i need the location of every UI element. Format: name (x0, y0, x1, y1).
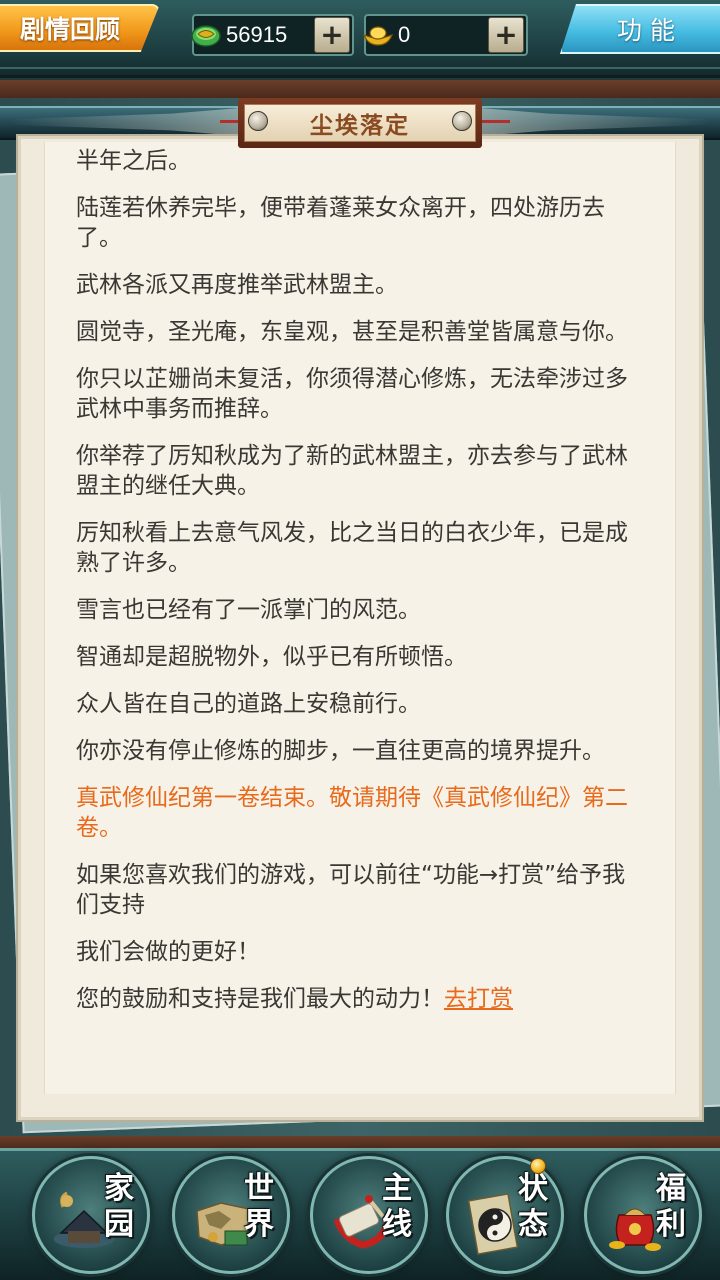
gold-ingot-icon (362, 26, 394, 46)
nav-welfare-button[interactable]: 福利 (584, 1156, 702, 1274)
nav-world-button[interactable]: 世界 (172, 1156, 290, 1274)
top-bar: 剧情回顾 56915 + 0 + 功能 (0, 0, 720, 78)
function-button[interactable]: 功能 (560, 4, 720, 54)
nav-main-quest-button[interactable]: 主线 (310, 1156, 428, 1274)
story-paragraph: 厉知秋看上去意气风发，比之当日的白衣少年，已是成熟了许多。 (76, 520, 628, 576)
story-paragraph: 半年之后。 (76, 148, 191, 174)
story-paragraph: 我们会做的更好！ (76, 939, 260, 965)
story-text: 半年之后。 陆莲若休养完毕，便带着蓬莱女众离开，四处游历去了。 武林各派又再度推… (76, 146, 636, 1031)
story-paragraph: 你只以芷姗尚未复活，你须得潜心修炼，无法牵涉过多武林中事务而推辞。 (76, 366, 628, 422)
status-notification-dot (530, 1158, 546, 1174)
ingot-counter: 0 + (362, 14, 528, 56)
nav-home-label: 家园 (104, 1171, 134, 1242)
nav-world-label: 世界 (244, 1171, 274, 1242)
gold-value: 56915 (226, 22, 288, 47)
title-knob-right (452, 111, 472, 131)
story-paragraph: 武林各派又再度推举武林盟主。 (76, 272, 398, 298)
nav-status-button[interactable]: 状态 (446, 1156, 564, 1274)
story-paragraph: 如果您喜欢我们的游戏，可以前往“功能→打赏”给予我们支持 (76, 862, 626, 918)
wood-frame-top (0, 80, 720, 98)
jade-coin-icon (191, 25, 221, 47)
gold-counter: 56915 + (191, 14, 354, 56)
reward-line: 您的鼓励和支持是我们最大的动力！去打赏 (76, 984, 636, 1014)
add-gold-button[interactable]: + (314, 17, 350, 53)
reward-link[interactable]: 去打赏 (444, 986, 513, 1012)
story-paragraph: 您的鼓励和支持是我们最大的动力！ (76, 986, 444, 1012)
nav-home-button[interactable]: 家园 (32, 1156, 150, 1274)
nav-status-label: 状态 (518, 1171, 548, 1242)
story-paragraph: 雪言也已经有了一派掌门的风范。 (76, 597, 421, 623)
chapter-title: 尘埃落定 (244, 104, 476, 142)
nav-welfare-label: 福利 (656, 1171, 686, 1242)
story-paragraph: 圆觉寺，圣光庵，东皇观，甚至是积善堂皆属意与你。 (76, 319, 628, 345)
volume-end-notice: 真武修仙纪第一卷结束。敬请期待《真武修仙纪》第二卷。 (76, 785, 628, 841)
story-paragraph: 你亦没有停止修炼的脚步，一直往更高的境界提升。 (76, 738, 605, 764)
nav-main-quest-label: 主线 (382, 1171, 412, 1242)
ingot-value: 0 (398, 22, 411, 47)
story-paragraph: 你举荐了厉知秋成为了新的武林盟主，亦去参与了武林盟主的继任大典。 (76, 443, 628, 499)
story-review-button[interactable]: 剧情回顾 (0, 4, 160, 52)
story-paragraph: 众人皆在自己的道路上安稳前行。 (76, 691, 421, 717)
story-paragraph: 智通却是超脱物外，似乎已有所顿悟。 (76, 644, 467, 670)
add-ingot-button[interactable]: + (488, 17, 524, 53)
title-knob-left (248, 111, 268, 131)
story-paragraph: 陆莲若休养完毕，便带着蓬莱女众离开，四处游历去了。 (76, 195, 605, 251)
